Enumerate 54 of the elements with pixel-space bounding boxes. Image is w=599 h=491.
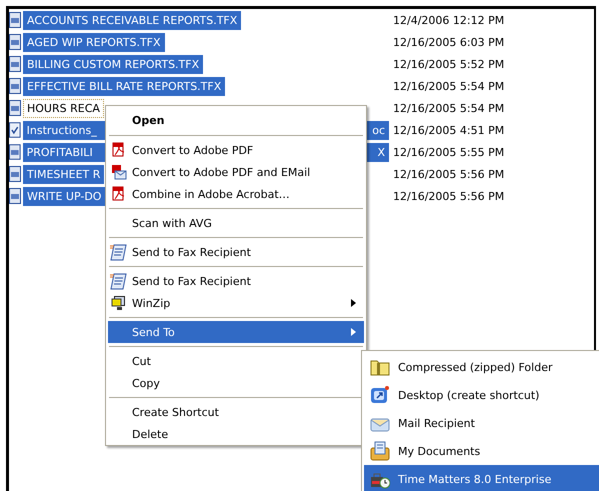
menu-item[interactable]: Combine in Adobe Acrobat… [108,183,364,205]
pdf-icon [111,142,127,158]
winzip-icon [111,295,127,311]
file-name[interactable]: ACCOUNTS RECEIVABLE REPORTS.TFX [23,10,242,30]
desktop-shortcut-icon [370,385,390,405]
date-modified: 12/16/2005 5:54 PM [393,80,504,92]
document-icon [9,122,21,138]
menu-item[interactable]: Compressed (zipped) Folder [364,353,599,381]
menu-item[interactable]: Open [108,108,364,132]
file-name[interactable]: HOURS RECA [23,98,104,118]
menu-item[interactable]: Delete [108,423,364,445]
date-modified: 12/16/2005 5:54 PM [393,102,504,114]
menu-item[interactable]: WinZip [108,292,364,314]
menu-item[interactable]: My Documents [364,437,599,465]
file-icon [9,144,21,160]
menu-item[interactable]: Send To [108,321,364,343]
date-modified: 12/16/2005 5:52 PM [393,58,504,70]
file-icon [9,56,21,72]
menu-item[interactable]: Time Matters 8.0 Enterprise [364,465,599,491]
file-icon [9,78,21,94]
submenu-arrow-icon [351,328,356,336]
menu-item[interactable]: Convert to Adobe PDF and EMail [108,161,364,183]
file-name[interactable]: BILLING CUSTOM REPORTS.TFX [23,54,204,74]
menu-item[interactable]: Convert to Adobe PDF [108,139,364,161]
file-name[interactable]: AGED WIP REPORTS.TFX [23,32,165,52]
menu-item[interactable]: Send to Fax Recipient [108,241,364,263]
file-icon [9,34,21,50]
fax-document-icon [110,272,128,290]
date-modified: 12/16/2005 5:56 PM [393,168,504,180]
date-modified: 12/16/2005 5:55 PM [393,146,504,158]
menu-item[interactable]: Create Shortcut [108,401,364,423]
file-icon [9,100,21,116]
pdf-icon [111,186,127,202]
file-icon [9,12,21,28]
date-modified: 12/16/2005 5:56 PM [393,190,504,202]
date-modified: 12/4/2006 12:12 PM [393,14,504,26]
submenu-arrow-icon [351,299,356,307]
date-modified: 12/16/2005 6:03 PM [393,36,504,48]
menu-item[interactable]: Scan with AVG [108,212,364,234]
file-name[interactable]: TIMESHEET R [23,164,104,184]
menu-item[interactable]: Copy [108,372,364,394]
date-modified: 12/16/2005 4:51 PM [393,124,504,136]
file-name[interactable]: EFFECTIVE BILL RATE REPORTS.TFX [23,76,226,96]
menu-item[interactable]: Send to Fax Recipient [108,270,364,292]
fax-document-icon [110,243,128,261]
file-icon [9,166,21,182]
documents-folder-icon [370,441,390,461]
file-icon [9,188,21,204]
file-name[interactable]: WRITE UP-DO [23,186,106,206]
menu-item[interactable]: Cut [108,350,364,372]
pdf-mail-icon [111,164,127,180]
menu-item[interactable]: Desktop (create shortcut) [364,381,599,409]
zip-folder-icon [370,358,390,376]
menu-item[interactable]: Mail Recipient [364,409,599,437]
